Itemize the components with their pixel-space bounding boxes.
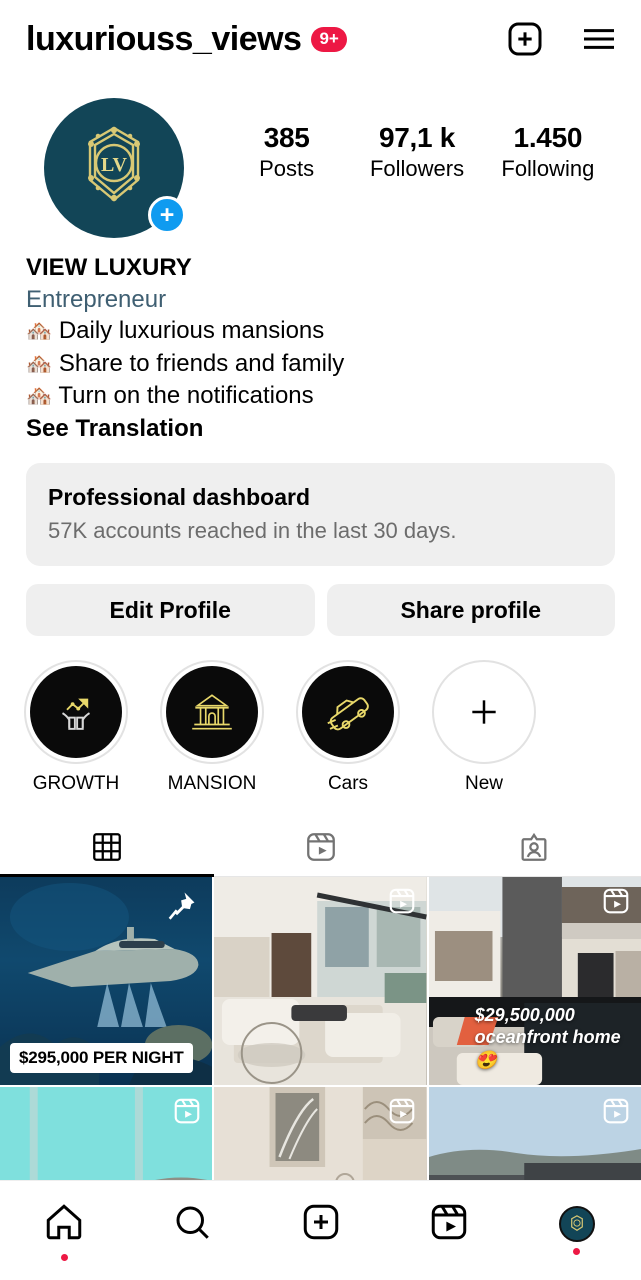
bio-category: Entrepreneur xyxy=(26,285,167,313)
highlight-mansion[interactable]: MANSION xyxy=(160,660,264,796)
tagged-person-icon xyxy=(517,830,551,869)
dashboard-title: Professional dashboard xyxy=(48,484,311,511)
top-header: luxuriouss_views 9+ xyxy=(0,0,641,78)
bio-line-text: Daily luxurious mansions xyxy=(58,317,325,345)
post-caption: $29,500,000 oceanfront home 😍 xyxy=(474,1004,621,1070)
profile-stats: 385 Posts 97,1 k Followers 1.450 Followi… xyxy=(184,98,613,184)
post-caption: $295,000 PER NIGHT xyxy=(10,1043,193,1074)
bio-section: VIEW LUXURY Entrepreneur 🏘️ Daily luxuri… xyxy=(0,238,641,445)
story-highlights: GROWTH MANSION Cars New xyxy=(0,636,641,796)
post-grid: $295,000 PER NIGHT $29,500,000 oceanfron… xyxy=(0,877,641,1180)
stat-label: Following xyxy=(501,156,595,181)
grid-icon xyxy=(90,830,124,869)
nav-activity-dot xyxy=(573,1248,581,1255)
post-tile[interactable] xyxy=(0,1087,213,1180)
reels-icon xyxy=(601,886,631,921)
bio-line-text: Turn on the notifications xyxy=(58,381,314,409)
instagram-profile-screen: luxuriouss_views 9+ LV + 385 Posts 97,1 … xyxy=(0,0,641,1280)
nav-profile[interactable] xyxy=(513,1206,641,1255)
bio-line: 🏘️ Daily luxurious mansions xyxy=(26,315,615,347)
plus-square-icon[interactable] xyxy=(505,19,545,59)
profile-summary: LV + 385 Posts 97,1 k Followers 1.450 Fo… xyxy=(0,78,641,238)
highlight-cars[interactable]: Cars xyxy=(296,660,400,796)
post-tile[interactable]: $295,000 PER NIGHT xyxy=(0,877,213,1086)
bottom-navigation xyxy=(0,1180,641,1280)
highlight-new[interactable]: New xyxy=(432,660,536,796)
profile-avatar-icon xyxy=(558,1206,595,1242)
bio-line-text: Share to friends and family xyxy=(58,349,345,377)
tab-grid[interactable] xyxy=(0,822,214,878)
svg-text:LV: LV xyxy=(101,154,128,176)
bio-display-name: VIEW LUXURY xyxy=(26,254,192,281)
add-to-story-button[interactable]: + xyxy=(148,196,186,234)
profile-actions: Edit Profile Share profile xyxy=(0,566,641,637)
page-title: luxuriouss_views xyxy=(26,19,302,58)
stat-label: Followers xyxy=(369,156,465,181)
nav-reels[interactable] xyxy=(385,1201,513,1261)
highlight-label: GROWTH xyxy=(32,773,120,795)
nav-create[interactable] xyxy=(256,1201,384,1261)
house-emoji: 🏘️ xyxy=(26,384,53,408)
hamburger-menu-icon[interactable] xyxy=(579,19,619,59)
highlight-growth[interactable]: GROWTH xyxy=(24,660,128,796)
nav-home[interactable] xyxy=(0,1201,128,1261)
reels-icon xyxy=(428,1201,470,1248)
highlight-ring xyxy=(24,660,128,765)
growth-chart-hands-icon xyxy=(30,666,122,759)
tab-tagged[interactable] xyxy=(427,822,641,876)
nav-search[interactable] xyxy=(128,1201,256,1261)
post-tile[interactable] xyxy=(214,877,427,1086)
reels-icon xyxy=(172,1096,202,1131)
professional-dashboard-card[interactable]: Professional dashboard 57K accounts reac… xyxy=(26,463,615,567)
post-tile[interactable] xyxy=(428,1087,641,1180)
post-tile[interactable]: $29,500,000 oceanfront home 😍 xyxy=(428,877,641,1086)
house-emoji: 🏘️ xyxy=(26,320,53,344)
stat-value: 97,1 k xyxy=(378,122,456,153)
plus-square-icon xyxy=(300,1201,342,1248)
dashboard-subtitle: 57K accounts reached in the last 30 days… xyxy=(48,517,457,543)
reels-icon xyxy=(387,886,417,921)
reels-icon xyxy=(304,830,338,869)
tab-reels[interactable] xyxy=(214,822,428,876)
nav-activity-dot xyxy=(60,1253,68,1261)
edit-profile-button[interactable]: Edit Profile xyxy=(26,584,315,637)
profile-tabs xyxy=(0,822,641,878)
stat-value: 1.450 xyxy=(513,122,583,153)
avatar[interactable]: LV + xyxy=(44,98,186,238)
stat-value: 385 xyxy=(263,122,310,153)
highlight-label: MANSION xyxy=(167,773,257,795)
stat-following[interactable]: 1.450 Following xyxy=(501,120,594,184)
stat-label: Posts xyxy=(259,156,315,181)
home-icon xyxy=(43,1201,85,1248)
bio-line: 🏘️ Turn on the notifications xyxy=(26,380,615,412)
search-icon xyxy=(171,1201,213,1248)
highlight-label: New xyxy=(464,773,503,795)
highlight-ring xyxy=(432,660,536,765)
highlight-ring xyxy=(296,660,400,765)
notification-badge: 9+ xyxy=(311,26,347,52)
plus-icon xyxy=(438,666,530,759)
reels-icon xyxy=(387,1096,417,1131)
reels-icon xyxy=(601,1096,631,1131)
see-translation-link[interactable]: See Translation xyxy=(26,412,615,446)
post-tile[interactable] xyxy=(214,1087,427,1180)
house-emoji: 🏘️ xyxy=(26,352,53,376)
stat-posts[interactable]: 385 Posts xyxy=(241,120,333,184)
bio-line: 🏘️ Share to friends and family xyxy=(26,348,615,380)
mansion-building-icon xyxy=(166,666,258,759)
pin-icon xyxy=(164,889,198,928)
highlight-ring xyxy=(160,660,264,765)
sports-car-icon xyxy=(302,666,394,759)
highlight-label: Cars xyxy=(327,773,369,795)
stat-followers[interactable]: 97,1 k Followers xyxy=(370,120,464,184)
share-profile-button[interactable]: Share profile xyxy=(326,584,615,637)
